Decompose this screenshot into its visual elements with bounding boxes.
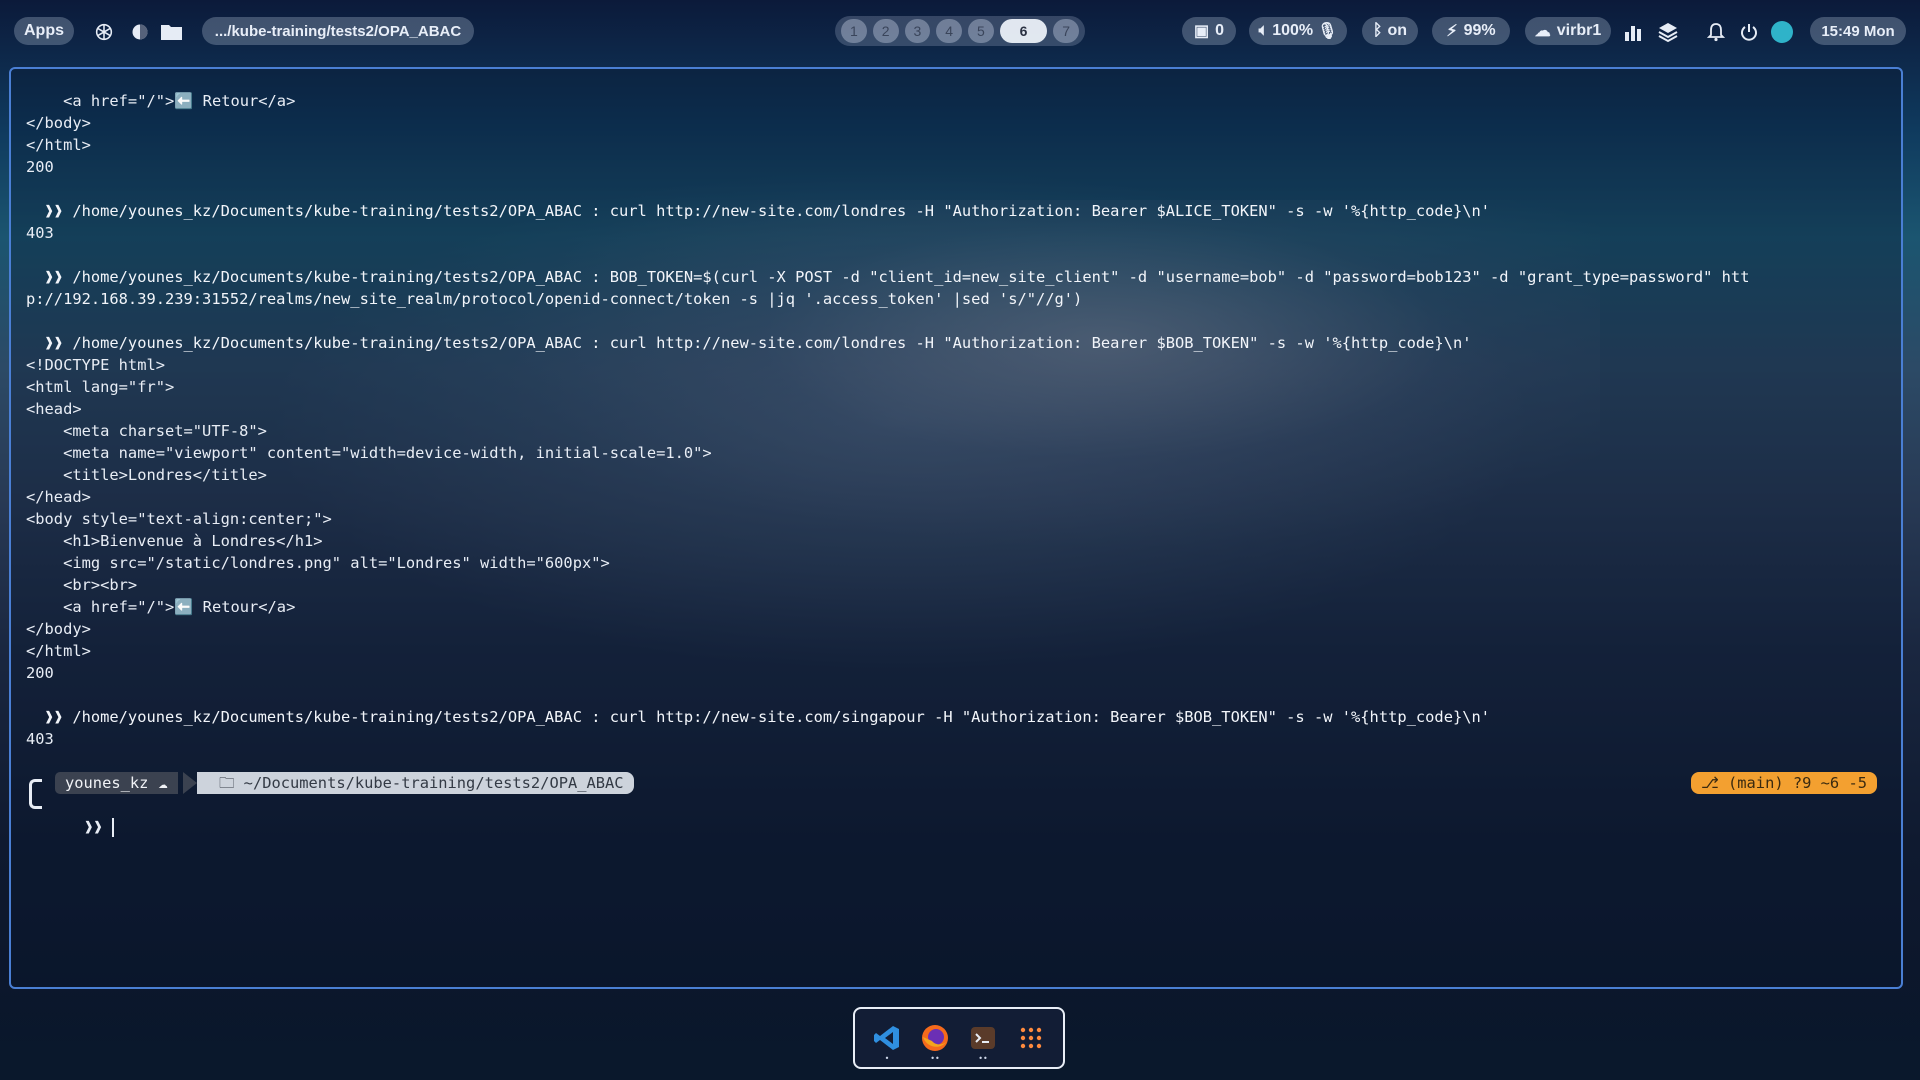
git-branch-icon: ⎇ bbox=[1700, 774, 1728, 792]
workspace-1[interactable]: 1 bbox=[841, 19, 867, 43]
power-icon[interactable] bbox=[1735, 18, 1763, 46]
top-bar: Apps .../kube-training/tests2/OPA_ABAC 1… bbox=[0, 0, 1920, 62]
network-icon: ☁︎ bbox=[1534, 23, 1551, 40]
prompt-user-segment: younes_kz ☁︎ bbox=[55, 772, 178, 794]
terminal-command-line: ❱❱ /home/younes_kz/Documents/kube-traini… bbox=[26, 708, 1491, 726]
terminal-line: 403 bbox=[26, 730, 54, 748]
prompt-separator bbox=[183, 772, 197, 794]
workspace-switcher: 1 2 3 4 5 6 7 bbox=[835, 16, 1085, 46]
terminal-line: <a href="/">⬅️ Retour</a> bbox=[26, 92, 296, 110]
theme-toggle-icon[interactable] bbox=[126, 18, 154, 46]
terminal-line: 200 bbox=[26, 158, 54, 176]
workspace-6-active[interactable]: 6 bbox=[999, 19, 1048, 43]
apps-button[interactable]: Apps bbox=[14, 17, 74, 45]
terminal-command-line: p://192.168.39.239:31552/realms/new_site… bbox=[26, 290, 1083, 308]
firefox-icon[interactable]: •• bbox=[920, 1023, 950, 1063]
clock-pill[interactable]: 15:49 Mon bbox=[1810, 17, 1906, 45]
containers-pill[interactable]: ▣ 0 bbox=[1182, 17, 1236, 45]
layers-icon[interactable] bbox=[1654, 18, 1682, 46]
battery-pill[interactable]: ⚡︎ 99% bbox=[1432, 17, 1510, 45]
terminal-line: <meta name="viewport" content="width=dev… bbox=[26, 444, 712, 462]
workspace-2[interactable]: 2 bbox=[872, 19, 899, 43]
containers-count: 0 bbox=[1215, 22, 1225, 39]
terminal-line: <meta charset="UTF-8"> bbox=[26, 422, 267, 440]
terminal-line: 403 bbox=[26, 224, 54, 242]
user-avatar-icon[interactable] bbox=[1768, 18, 1796, 46]
prompt-bracket bbox=[29, 779, 42, 809]
stats-icon[interactable] bbox=[1619, 18, 1647, 46]
terminal-line: </html> bbox=[26, 136, 91, 154]
folder-icon[interactable] bbox=[158, 18, 186, 46]
prompt-dir: ~/Documents/kube-training/tests2/OPA_ABA… bbox=[243, 774, 624, 792]
terminal-command-line: ❱❱ /home/younes_kz/Documents/kube-traini… bbox=[26, 202, 1491, 220]
git-status-pill: ⎇ (main) ?9 ~6 -5 bbox=[1690, 772, 1877, 794]
cloud-icon: ☁︎ bbox=[158, 774, 168, 792]
power-plug-icon: ⚡︎ bbox=[1446, 23, 1458, 40]
vscode-icon[interactable]: • bbox=[872, 1023, 902, 1063]
terminal-line: </body> bbox=[26, 620, 91, 638]
microphone-icon: 🎙︎ bbox=[1317, 23, 1338, 40]
workspace-7[interactable]: 7 bbox=[1053, 19, 1080, 43]
current-path-pill[interactable]: .../kube-training/tests2/OPA_ABAC bbox=[202, 17, 474, 45]
terminal-line: <title>Londres</title> bbox=[26, 466, 267, 484]
apps-label: Apps bbox=[24, 22, 64, 39]
terminal-line: </html> bbox=[26, 642, 91, 660]
git-status-text: (main) ?9 ~6 -5 bbox=[1728, 774, 1867, 792]
prompt-symbol: ❱❱ bbox=[84, 818, 103, 836]
battery-value: 99% bbox=[1463, 22, 1496, 39]
box-icon: ▣ bbox=[1193, 23, 1210, 40]
terminal-line: </head> bbox=[26, 488, 91, 506]
terminal-line: </body> bbox=[26, 114, 91, 132]
app-grid-icon[interactable] bbox=[1016, 1023, 1046, 1053]
notification-bell-icon[interactable] bbox=[1702, 18, 1730, 46]
speaker-muted-icon: 🔈︎ bbox=[1258, 22, 1269, 39]
terminal-line: <!DOCTYPE html> bbox=[26, 356, 165, 374]
workspace-3[interactable]: 3 bbox=[904, 19, 931, 43]
prompt-dir-segment: 🗀︎ ~/Documents/kube-training/tests2/OPA_… bbox=[197, 772, 634, 794]
folder-outline-icon: 🗀︎ bbox=[219, 774, 244, 792]
terminal-command-line: ❱❱ /home/younes_kz/Documents/kube-traini… bbox=[26, 268, 1750, 286]
clock-text: 15:49 Mon bbox=[1821, 22, 1895, 40]
running-indicator: • bbox=[884, 1054, 890, 1063]
running-indicator: •• bbox=[930, 1054, 940, 1063]
bluetooth-icon: ᛒ bbox=[1372, 22, 1383, 39]
network-name: virbr1 bbox=[1556, 22, 1602, 39]
terminal-line: 200 bbox=[26, 664, 54, 682]
dock: • •• •• bbox=[853, 1007, 1065, 1069]
prompt-input-line[interactable]: ❱❱ bbox=[47, 794, 114, 860]
volume-pill[interactable]: 🔈︎ 100% 🎙︎ bbox=[1249, 17, 1347, 45]
bluetooth-pill[interactable]: ᛒ on bbox=[1362, 17, 1418, 45]
current-path-text: .../kube-training/tests2/OPA_ABAC bbox=[214, 22, 462, 40]
openai-icon[interactable] bbox=[90, 18, 118, 46]
prompt-user: younes_kz bbox=[65, 774, 149, 792]
terminal-line: <html lang="fr"> bbox=[26, 378, 175, 396]
network-pill[interactable]: ☁︎ virbr1 bbox=[1525, 17, 1611, 45]
terminal-icon[interactable]: •• bbox=[968, 1023, 998, 1063]
terminal-window[interactable]: <a href="/">⬅️ Retour</a> </body> </html… bbox=[9, 67, 1903, 989]
text-cursor bbox=[111, 818, 114, 837]
terminal-line: <head> bbox=[26, 400, 82, 418]
volume-value: 100% bbox=[1272, 22, 1314, 39]
terminal-line: <a href="/">⬅️ Retour</a> bbox=[26, 598, 296, 616]
terminal-line: <body style="text-align:center;"> bbox=[26, 510, 332, 528]
terminal-line: <h1>Bienvenue à Londres</h1> bbox=[26, 532, 323, 550]
terminal-command-line: ❱❱ /home/younes_kz/Documents/kube-traini… bbox=[26, 334, 1472, 352]
terminal-line: <img src="/static/londres.png" alt="Lond… bbox=[26, 554, 610, 572]
workspace-4[interactable]: 4 bbox=[936, 19, 962, 43]
workspace-5[interactable]: 5 bbox=[968, 19, 994, 43]
terminal-line: <br><br> bbox=[26, 576, 138, 594]
running-indicator: •• bbox=[978, 1054, 988, 1063]
bluetooth-status: on bbox=[1387, 22, 1408, 39]
